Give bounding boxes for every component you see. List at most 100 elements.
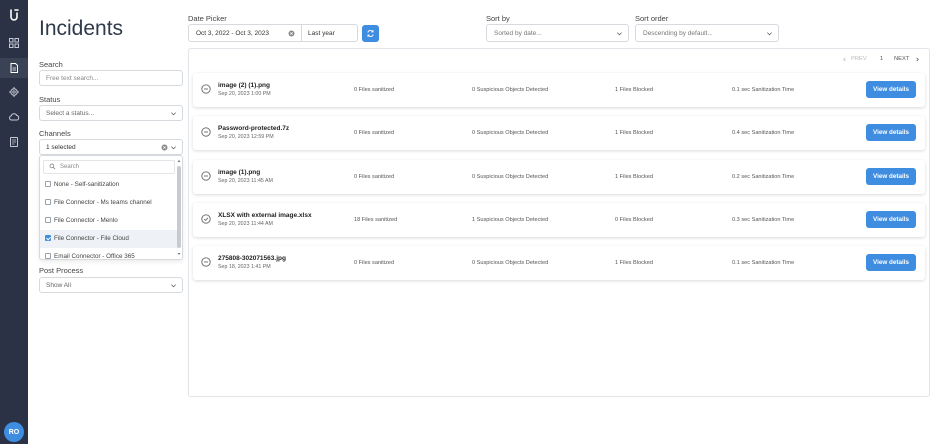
channel-option[interactable]: Email Connector - Office 365: [40, 248, 178, 260]
settings-icon[interactable]: [8, 86, 20, 98]
clear-date-icon[interactable]: [288, 30, 295, 37]
post-process-value: Show All: [46, 282, 71, 289]
sanitization-time: 0.3 sec Sanitization Time: [732, 217, 795, 223]
sort-by-label: Sort by: [486, 14, 510, 23]
suspicious-objects: 0 Suspicious Objects Detected: [472, 87, 549, 93]
document-icon[interactable]: [8, 62, 20, 74]
files-sanitized: 0 Files sanitized: [354, 130, 395, 136]
incident-row[interactable]: image (1).png Sep 20, 2023 11:45 AM 0 Fi…: [193, 160, 925, 194]
chevron-right-icon[interactable]: [915, 57, 920, 62]
search-label: Search: [39, 60, 63, 69]
sort-by-select[interactable]: Sorted by date...: [486, 24, 629, 42]
sanitization-time: 0.2 sec Sanitization Time: [732, 174, 795, 180]
chevron-down-icon: [767, 32, 772, 36]
suspicious-objects: 0 Suspicious Objects Detected: [472, 130, 549, 136]
incident-name: Password-protected.7z: [218, 125, 290, 132]
channel-option-label: File Connector - Ms teams channel: [54, 199, 152, 206]
view-details-button[interactable]: View details: [866, 254, 916, 271]
search-input[interactable]: Free text search...: [39, 70, 183, 86]
incident-date: Sep 20, 2023 11:45 AM: [218, 178, 273, 184]
channel-option-label: Email Connector - Office 365: [54, 253, 135, 260]
checkbox[interactable]: [45, 199, 51, 205]
channel-option[interactable]: File Connector - File Cloud: [40, 230, 178, 248]
dropdown-scrollbar[interactable]: [177, 166, 181, 248]
page-number[interactable]: 1: [880, 56, 883, 62]
checkbox[interactable]: [45, 253, 51, 259]
channel-option[interactable]: File Connector - Menlo: [40, 212, 178, 230]
search-icon: [49, 163, 56, 170]
status-label: Status: [39, 95, 61, 104]
blocked-icon: [201, 171, 211, 181]
post-process-select[interactable]: Show All: [39, 277, 183, 293]
sidebar: RO: [0, 0, 28, 444]
files-blocked: 1 Files Blocked: [615, 130, 653, 136]
files-blocked: 1 Files Blocked: [615, 260, 653, 266]
avatar[interactable]: RO: [4, 422, 24, 442]
files-sanitized: 0 Files sanitized: [354, 260, 395, 266]
view-details-button[interactable]: View details: [866, 211, 916, 228]
clear-selection-icon[interactable]: [161, 144, 168, 151]
sanitized-icon: [201, 214, 211, 224]
view-details-button[interactable]: View details: [866, 124, 916, 141]
blocked-icon: [201, 257, 211, 267]
files-blocked: 1 Files Blocked: [615, 174, 653, 180]
app-root: RO Incidents Search Free text search... …: [0, 0, 940, 444]
view-details-button[interactable]: View details: [866, 168, 916, 185]
scroll-down-icon[interactable]: [177, 252, 181, 256]
blocked-icon: [201, 127, 211, 137]
suspicious-objects: 1 Suspicious Objects Detected: [472, 217, 549, 223]
date-preset-value[interactable]: Last year: [308, 30, 335, 37]
report-icon[interactable]: [8, 136, 20, 148]
files-sanitized: 18 Files sanitized: [354, 217, 398, 223]
suspicious-objects: 0 Suspicious Objects Detected: [472, 260, 549, 266]
next-page-button[interactable]: NEXT: [894, 56, 909, 62]
post-process-label: Post Process: [39, 266, 84, 275]
date-picker-label: Date Picker: [188, 14, 227, 23]
divider: [301, 25, 302, 41]
date-range-value[interactable]: Oct 3, 2022 - Oct 3, 2023: [196, 30, 269, 37]
view-details-button[interactable]: View details: [866, 81, 916, 98]
channel-option-label: File Connector - Menlo: [54, 217, 118, 224]
date-picker[interactable]: Oct 3, 2022 - Oct 3, 2023 Last year: [188, 24, 358, 42]
incident-name: image (2) (1).png: [218, 82, 271, 89]
channel-option-label: File Connector - File Cloud: [54, 235, 129, 242]
files-sanitized: 0 Files sanitized: [354, 87, 395, 93]
channel-option-label: None - Self-sanitization: [54, 181, 120, 188]
prev-page-button[interactable]: PREV: [851, 56, 867, 62]
incident-date: Sep 18, 2023 1:41 PM: [218, 264, 271, 270]
incidents-panel: PREV 1 NEXT image (2) (1).png Sep 20, 20…: [188, 48, 930, 397]
chevron-left-icon: [843, 57, 846, 62]
sanitization-time: 0.4 sec Sanitization Time: [732, 130, 795, 136]
chevron-down-icon: [171, 146, 176, 150]
incident-row[interactable]: image (2) (1).png Sep 20, 2023 1:00 PM 0…: [193, 73, 925, 107]
status-select[interactable]: Select a status...: [39, 105, 183, 121]
incident-date: Sep 20, 2023 11:44 AM: [218, 221, 273, 227]
grid-icon[interactable]: [8, 37, 20, 49]
checkbox[interactable]: [45, 217, 51, 223]
chevron-down-icon: [171, 284, 176, 288]
channels-select[interactable]: 1 selected: [39, 139, 183, 155]
cloud-icon[interactable]: [8, 111, 20, 123]
sort-order-select[interactable]: Descending by default...: [635, 24, 779, 42]
logo-icon[interactable]: [7, 8, 21, 22]
incident-row[interactable]: Password-protected.7z Sep 20, 2023 12:59…: [193, 116, 925, 150]
files-sanitized: 0 Files sanitized: [354, 174, 395, 180]
blocked-icon: [201, 84, 211, 94]
sanitization-time: 0.1 sec Sanitization Time: [732, 260, 795, 266]
checkbox[interactable]: [45, 181, 51, 187]
scroll-up-icon[interactable]: [177, 159, 181, 163]
sanitization-time: 0.1 sec Sanitization Time: [732, 87, 795, 93]
incident-name: XLSX with external image.xlsx: [218, 212, 312, 219]
suspicious-objects: 0 Suspicious Objects Detected: [472, 174, 549, 180]
incident-name: image (1).png: [218, 169, 261, 176]
sort-order-label: Sort order: [635, 14, 669, 23]
files-blocked: 0 Files Blocked: [615, 217, 653, 223]
channel-option[interactable]: File Connector - Ms teams channel: [40, 194, 178, 212]
channel-option[interactable]: None - Self-sanitization: [40, 176, 178, 194]
checkbox-checked[interactable]: [45, 235, 51, 241]
refresh-button[interactable]: [362, 25, 379, 42]
page-title: Incidents: [39, 17, 124, 40]
channels-search-input[interactable]: Search: [43, 160, 175, 174]
incident-row[interactable]: 275808-302071563.jpg Sep 18, 2023 1:41 P…: [193, 246, 925, 280]
incident-row[interactable]: XLSX with external image.xlsx Sep 20, 20…: [193, 203, 925, 237]
